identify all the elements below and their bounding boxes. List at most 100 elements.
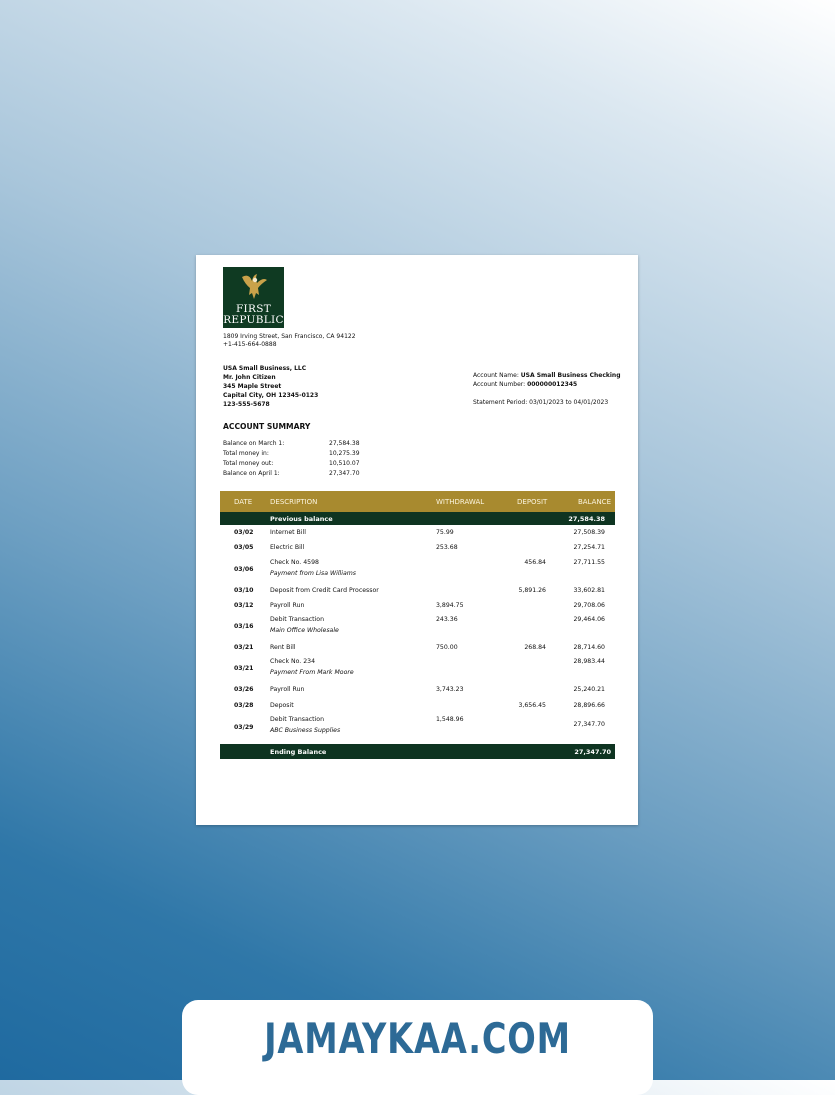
- row-balance: 28,983.44: [573, 658, 606, 665]
- row-balance: 29,464.06: [573, 616, 606, 623]
- table-row: 03/26 Payroll Run 3,743.23 25,240.21: [220, 682, 615, 698]
- summary-value: 10,275.39: [329, 450, 360, 457]
- summary-row: Balance on March 1: 27,584.38: [223, 440, 360, 448]
- row-balance: 27,347.70: [573, 721, 606, 728]
- row-balance: 33,602.81: [573, 587, 606, 594]
- row-date: 03/02: [234, 529, 254, 536]
- row-deposit: 268.84: [524, 644, 546, 651]
- customer-company: USA Small Business, LLC: [223, 365, 307, 372]
- table-header: DATE DESCRIPTION WITHDRAWAL DEPOSIT BALA…: [220, 491, 615, 512]
- row-description: Payroll Run: [270, 602, 305, 609]
- row-withdrawal: 750.00: [436, 644, 458, 651]
- row-description: Rent Bill: [270, 644, 296, 651]
- row-sub-description: Payment from Lisa Williams: [270, 570, 357, 577]
- row-date: 03/21: [234, 644, 254, 651]
- summary-label: Total money in:: [223, 450, 269, 457]
- header-withdrawal: WITHDRAWAL: [436, 498, 485, 506]
- row-deposit: 456.84: [524, 559, 546, 566]
- account-name: Account Name: USA Small Business Checkin…: [473, 372, 621, 380]
- statement-period-value: 03/01/2023 to 04/01/2023: [529, 399, 609, 406]
- row-balance: 28,896.66: [573, 702, 606, 709]
- eagle-icon: [242, 274, 267, 299]
- account-name-value: USA Small Business Checking: [520, 372, 621, 379]
- table-row: 03/02 Internet Bill 75.99 27,508.39: [220, 525, 615, 540]
- row-withdrawal: 1,548.96: [436, 716, 464, 723]
- transactions-table: DATE DESCRIPTION WITHDRAWAL DEPOSIT BALA…: [220, 491, 615, 759]
- account-number-label: Account Number:: [473, 381, 526, 388]
- header-balance: BALANCE: [578, 498, 611, 506]
- header-date: DATE: [234, 498, 253, 506]
- row-description: Debit Transaction: [270, 616, 325, 623]
- row-date: 03/06: [234, 566, 254, 573]
- customer-phone: 123-555-5678: [223, 401, 270, 408]
- table-row: 03/12 Payroll Run 3,894.75 29,708.06: [220, 598, 615, 613]
- logo-text-line2: Republic: [223, 314, 284, 326]
- row-balance: 29,708.06: [573, 602, 606, 609]
- row-withdrawal: 3,743.23: [436, 686, 464, 693]
- previous-balance-row: Previous balance 27,584.38: [220, 512, 615, 525]
- statement-period-label: Statement Period:: [473, 399, 528, 406]
- ending-balance-row: Ending Balance 27,347.70: [220, 744, 615, 759]
- row-description: Deposit: [270, 702, 294, 709]
- row-date: 03/05: [234, 544, 254, 551]
- row-deposit: 3,656.45: [518, 702, 546, 709]
- table-row: 03/10 Deposit from Credit Card Processor…: [220, 583, 615, 598]
- row-description: Deposit from Credit Card Processor: [270, 587, 379, 594]
- row-date: 03/26: [234, 686, 254, 693]
- row-description: Check No. 4598: [270, 559, 319, 566]
- row-withdrawal: 75.99: [436, 529, 454, 536]
- summary-value: 27,347.70: [329, 470, 360, 477]
- row-date: 03/10: [234, 587, 254, 594]
- table-row: 03/16 Debit Transaction Main Office Whol…: [220, 613, 615, 640]
- row-sub-description: Payment From Mark Moore: [270, 669, 354, 676]
- summary-value: 10,510.07: [329, 460, 360, 467]
- watermark-banner: JAMAYKAA.COM: [182, 1000, 653, 1095]
- table-row: 03/29 Debit Transaction ABC Business Sup…: [220, 713, 615, 742]
- table-row: 03/28 Deposit 3,656.45 28,896.66: [220, 698, 615, 713]
- table-row: 03/06 Check No. 4598 Payment from Lisa W…: [220, 556, 615, 583]
- table-row: 03/21 Rent Bill 750.00 268.84 28,714.60: [220, 640, 615, 655]
- bank-statement: First Republic 1809 Irving Street, San F…: [196, 255, 638, 825]
- row-balance: 28,714.60: [573, 644, 606, 651]
- header-deposit: DEPOSIT: [517, 498, 548, 506]
- customer-name: Mr. John Citizen: [223, 374, 276, 381]
- summary-label: Balance on April 1:: [223, 470, 280, 477]
- account-summary-title: ACCOUNT SUMMARY: [223, 422, 311, 431]
- row-sub-description: ABC Business Supplies: [270, 727, 341, 734]
- row-description: Electric Bill: [270, 544, 305, 551]
- row-balance: 27,711.55: [573, 559, 606, 566]
- account-name-label: Account Name:: [473, 372, 519, 379]
- row-withdrawal: 3,894.75: [436, 602, 464, 609]
- watermark-text[interactable]: JAMAYKAA.COM: [229, 1014, 606, 1063]
- summary-row: Total money in: 10,275.39: [223, 450, 360, 458]
- row-balance: 25,240.21: [573, 686, 606, 693]
- statement-period: Statement Period: 03/01/2023 to 04/01/20…: [473, 399, 608, 407]
- row-deposit: 5,891.26: [518, 587, 546, 594]
- row-balance: 27,508.39: [573, 529, 606, 536]
- summary-row: Total money out: 10,510.07: [223, 460, 360, 468]
- row-description: Debit Transaction: [270, 716, 325, 723]
- row-date: 03/16: [234, 623, 254, 630]
- bank-phone: +1-415-664-0888: [223, 341, 277, 348]
- bank-address: 1809 Irving Street, San Francisco, CA 94…: [223, 333, 356, 340]
- summary-row: Balance on April 1: 27,347.70: [223, 470, 360, 478]
- summary-value: 27,584.38: [329, 440, 360, 447]
- ending-balance-label: Ending Balance: [270, 748, 327, 756]
- row-balance: 27,254.71: [573, 544, 606, 551]
- table-row: 03/21 Check No. 234 Payment From Mark Mo…: [220, 655, 615, 682]
- row-description: Check No. 234: [270, 658, 316, 665]
- row-withdrawal: 253.68: [436, 544, 458, 551]
- row-description: Internet Bill: [270, 529, 306, 536]
- ending-balance-value: 27,347.70: [574, 748, 611, 756]
- row-description: Payroll Run: [270, 686, 305, 693]
- row-date: 03/21: [234, 665, 254, 672]
- previous-balance-value: 27,584.38: [568, 515, 605, 523]
- row-date: 03/29: [234, 724, 254, 731]
- row-sub-description: Main Office Wholesale: [270, 627, 339, 634]
- table-row: 03/05 Electric Bill 253.68 27,254.71: [220, 540, 615, 556]
- bank-logo: First Republic: [223, 267, 284, 328]
- row-date: 03/28: [234, 702, 254, 709]
- previous-balance-label: Previous balance: [270, 515, 333, 523]
- summary-label: Balance on March 1:: [223, 440, 285, 447]
- customer-city: Capital City, OH 12345-0123: [223, 392, 319, 399]
